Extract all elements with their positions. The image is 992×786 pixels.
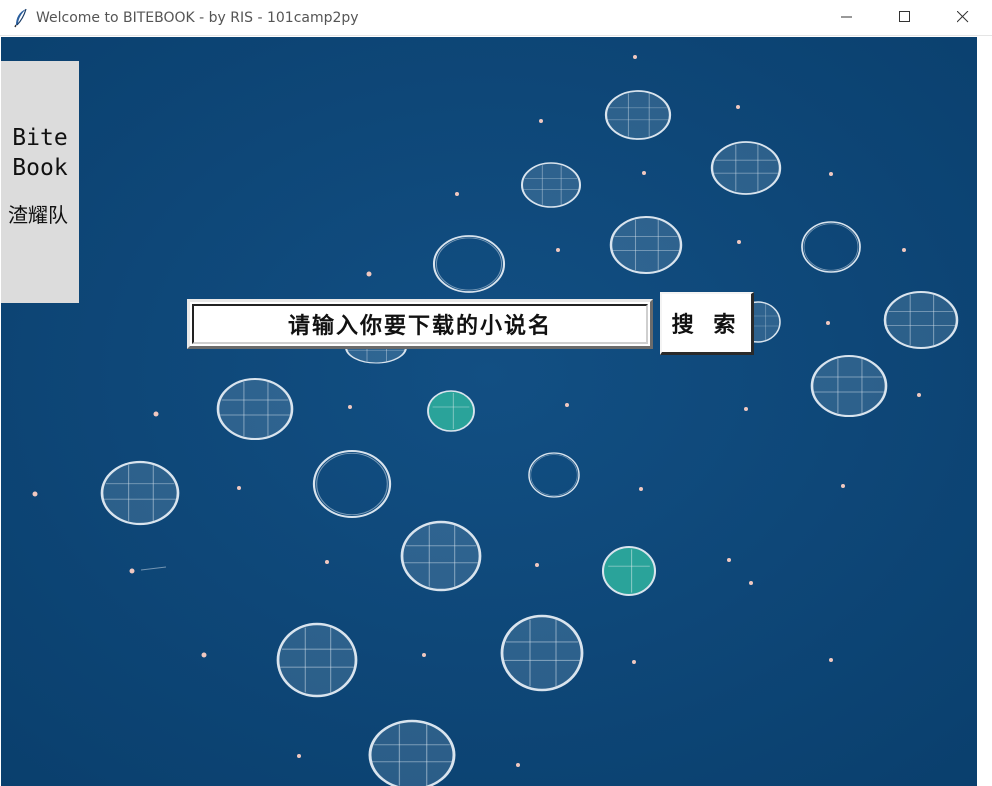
window-title: Welcome to BITEBOOK - by RIS - 101camp2p…	[36, 9, 359, 26]
main-canvas: Bite Book 渣耀队 搜 索	[1, 37, 977, 786]
search-box[interactable]	[187, 299, 653, 349]
minimize-button[interactable]	[818, 0, 876, 34]
search-button[interactable]: 搜 索	[660, 292, 754, 355]
team-name: 渣耀队	[8, 203, 68, 227]
close-button[interactable]	[934, 0, 992, 34]
close-icon	[956, 8, 969, 27]
title-bar: Welcome to BITEBOOK - by RIS - 101camp2p…	[0, 0, 992, 36]
brand-title-line1: Bite	[12, 125, 68, 151]
brand-title-line2: Book	[12, 155, 68, 181]
maximize-button[interactable]	[876, 0, 934, 34]
maximize-icon	[899, 8, 911, 27]
feather-icon	[10, 7, 32, 29]
brand-panel: Bite Book 渣耀队	[1, 61, 79, 303]
minimize-icon	[841, 8, 853, 27]
search-input[interactable]	[194, 306, 646, 342]
background-image	[1, 37, 977, 786]
